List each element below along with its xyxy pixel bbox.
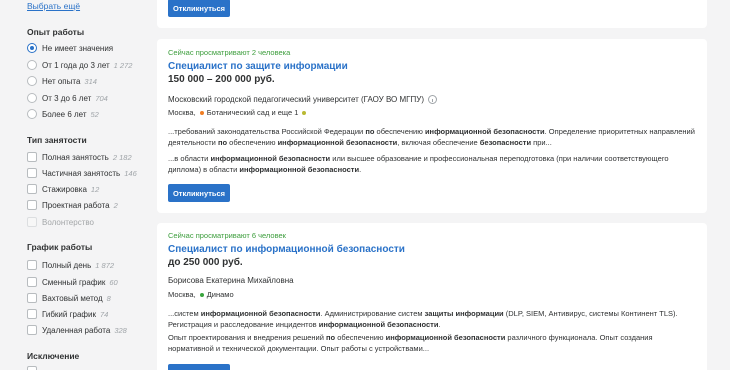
option-label: Полный день: [42, 260, 92, 270]
respond-button[interactable]: Откликнуться: [168, 364, 230, 370]
vacancy-card-previous: Откликнуться: [157, 0, 707, 28]
schedule-filter-title: График работы: [27, 242, 93, 252]
experience-option-3-6[interactable]: От 3 до 6 лет 704: [27, 91, 108, 105]
employment-option-part[interactable]: Частичная занятость 146: [27, 166, 137, 180]
option-label: Проектная работа: [42, 200, 110, 210]
experience-option-any[interactable]: Не имеет значения: [27, 41, 113, 55]
option-label: Гибкий график: [42, 309, 96, 319]
employer-link[interactable]: Московский городской педагогический унив…: [168, 95, 437, 104]
option-label: Не имеет значения: [42, 43, 114, 53]
option-count: 1 872: [95, 260, 115, 270]
radio-checked-icon[interactable]: [27, 43, 37, 53]
schedule-option-flexible[interactable]: Гибкий график 74: [27, 307, 108, 321]
option-label: Более 6 лет: [42, 109, 87, 119]
vacancy-salary: 150 000 – 200 000 руб.: [168, 74, 275, 85]
option-count: 1 272: [113, 60, 133, 70]
radio-icon[interactable]: [27, 60, 37, 70]
checkbox-icon[interactable]: [27, 152, 37, 162]
option-label: Нет опыта: [42, 76, 81, 86]
respond-button[interactable]: Откликнуться: [168, 184, 230, 202]
show-more-link[interactable]: Выбрать ещё: [27, 1, 80, 11]
option-count: 2 182: [112, 152, 132, 162]
option-count: 328: [114, 325, 127, 335]
option-label: От 3 до 6 лет: [42, 93, 92, 103]
employment-option-internship[interactable]: Стажировка 12: [27, 182, 99, 196]
checkbox-icon[interactable]: [27, 184, 37, 194]
vacancy-location: Москва, Динамо: [168, 290, 234, 299]
vacancy-requirement: Опыт проектирования и внедрения решений …: [168, 333, 653, 353]
option-label: Вахтовый метод: [42, 293, 103, 303]
exclusion-filter-title: Исключение: [27, 351, 80, 361]
employment-option-full[interactable]: Полная занятость 2 182: [27, 150, 132, 164]
experience-option-6plus[interactable]: Более 6 лет 52: [27, 107, 99, 121]
vacancy-title-link[interactable]: Специалист по защите информации: [168, 61, 348, 72]
option-label: Частичная занятость: [42, 168, 121, 178]
metro-icon: [199, 292, 204, 297]
option-label: Волонтерство: [42, 217, 94, 227]
metro-station: Динамо: [206, 290, 234, 299]
filters-sidebar: Выбрать ещё Опыт работы Не имеет значени…: [0, 0, 140, 370]
info-icon[interactable]: [428, 95, 437, 104]
vacancy-requirement: ...в области информационной безопасности…: [168, 154, 669, 174]
employer-link[interactable]: Борисова Екатерина Михайловна: [168, 276, 294, 285]
schedule-option-rotation[interactable]: Вахтовый метод 8: [27, 291, 111, 305]
vacancy-responsibility: ...требований законодательства Российско…: [168, 127, 695, 147]
employer-name: Московский городской педагогический унив…: [168, 95, 424, 104]
option-count: 74: [99, 309, 109, 319]
checkbox-icon[interactable]: [27, 325, 37, 335]
checkbox-icon[interactable]: [27, 366, 37, 370]
city: Москва,: [168, 290, 196, 299]
option-count: 12: [90, 184, 100, 194]
option-count: 52: [90, 109, 99, 119]
schedule-option-remote[interactable]: Удаленная работа 328: [27, 323, 127, 337]
option-label: Сменный график: [42, 277, 106, 287]
option-count: 2: [113, 200, 118, 210]
checkbox-icon[interactable]: [27, 309, 37, 319]
employment-option-project[interactable]: Проектная работа 2: [27, 198, 118, 212]
checkbox-icon[interactable]: [27, 168, 37, 178]
schedule-option-fullday[interactable]: Полный день 1 872: [27, 258, 114, 272]
checkbox-icon[interactable]: [27, 260, 37, 270]
employment-option-volunteer: Волонтерство: [27, 215, 94, 229]
vacancy-title-link[interactable]: Специалист по информационной безопасност…: [168, 244, 405, 255]
checkbox-icon[interactable]: [27, 277, 37, 287]
experience-option-none[interactable]: Нет опыта 314: [27, 74, 97, 88]
viewers-count: Сейчас просматривают 2 человека: [168, 48, 291, 57]
metro-station: Ботанический сад и еще 1: [206, 108, 299, 117]
option-label: Удаленная работа: [42, 325, 111, 335]
radio-icon[interactable]: [27, 76, 37, 86]
option-label: Стажировка: [42, 184, 87, 194]
schedule-option-shift[interactable]: Сменный график 60: [27, 275, 118, 289]
option-count: 60: [109, 277, 118, 287]
experience-filter-title: Опыт работы: [27, 27, 85, 37]
checkbox-disabled-icon: [27, 217, 37, 227]
option-count: 146: [124, 168, 137, 178]
radio-icon[interactable]: [27, 109, 37, 119]
metro-icon: [302, 110, 307, 115]
employment-filter-title: Тип занятости: [27, 135, 87, 145]
vacancy-card: Сейчас просматривают 6 человек Специалис…: [157, 223, 707, 370]
metro-icon: [199, 110, 204, 115]
vacancy-salary: до 250 000 руб.: [168, 257, 243, 268]
vacancy-responsibility: ...систем информационной безопасности. А…: [168, 309, 678, 329]
vacancy-location: Москва, Ботанический сад и еще 1: [168, 108, 309, 117]
option-count: 704: [95, 93, 108, 103]
vacancy-card: Сейчас просматривают 2 человека Специали…: [157, 39, 707, 213]
option-count: 314: [84, 76, 97, 86]
radio-icon[interactable]: [27, 93, 37, 103]
employer-name: Борисова Екатерина Михайловна: [168, 276, 294, 285]
option-label: От 1 года до 3 лет: [42, 60, 110, 70]
viewers-count: Сейчас просматривают 6 человек: [168, 231, 286, 240]
checkbox-icon[interactable]: [27, 200, 37, 210]
experience-option-1-3[interactable]: От 1 года до 3 лет 1 272: [27, 58, 132, 72]
checkbox-icon[interactable]: [27, 293, 37, 303]
respond-button[interactable]: Откликнуться: [168, 0, 230, 17]
option-label: Полная занятость: [42, 152, 109, 162]
option-count: 8: [106, 293, 111, 303]
city: Москва,: [168, 108, 196, 117]
